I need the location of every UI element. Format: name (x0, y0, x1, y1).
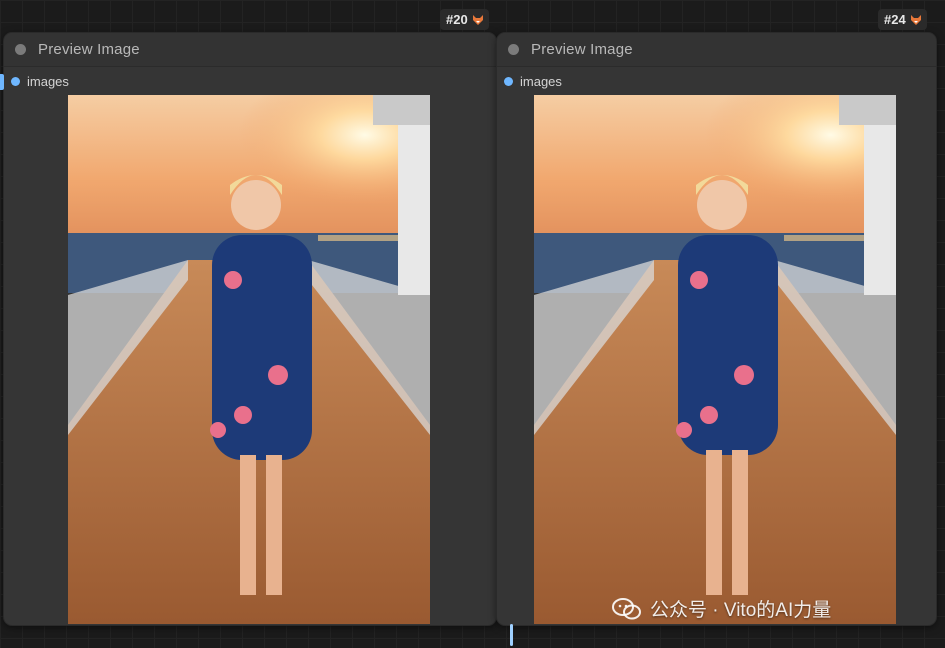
watermark: 公众号 · Vito的AI力量 (612, 595, 831, 622)
socket-label: images (27, 74, 69, 89)
socket-dot[interactable] (504, 77, 513, 86)
node-id: #24 (884, 12, 906, 27)
node-id-badge: #20 (440, 9, 489, 30)
collapse-dot[interactable] (508, 44, 519, 55)
node-header[interactable]: Preview Image (497, 33, 936, 67)
preview-image[interactable] (68, 95, 430, 624)
node-title: Preview Image (38, 41, 140, 58)
wechat-icon (612, 597, 641, 619)
node-title: Preview Image (531, 41, 633, 58)
preview-image[interactable] (534, 95, 896, 624)
generated-photo (534, 95, 896, 624)
connection-wire[interactable] (0, 74, 4, 90)
generated-photo (68, 95, 430, 624)
node-id-badge: #24 (878, 9, 927, 30)
output-socket-row[interactable]: images (11, 74, 69, 89)
fox-icon (472, 14, 483, 25)
output-socket-row[interactable]: images (504, 74, 562, 89)
node-header[interactable]: Preview Image (4, 33, 496, 67)
collapse-dot[interactable] (15, 44, 26, 55)
node-id: #20 (446, 12, 468, 27)
socket-dot[interactable] (11, 77, 20, 86)
fox-icon (910, 14, 921, 25)
watermark-text: 公众号 · Vito的AI力量 (650, 600, 832, 621)
connection-wire[interactable] (510, 624, 513, 646)
socket-label: images (520, 74, 562, 89)
